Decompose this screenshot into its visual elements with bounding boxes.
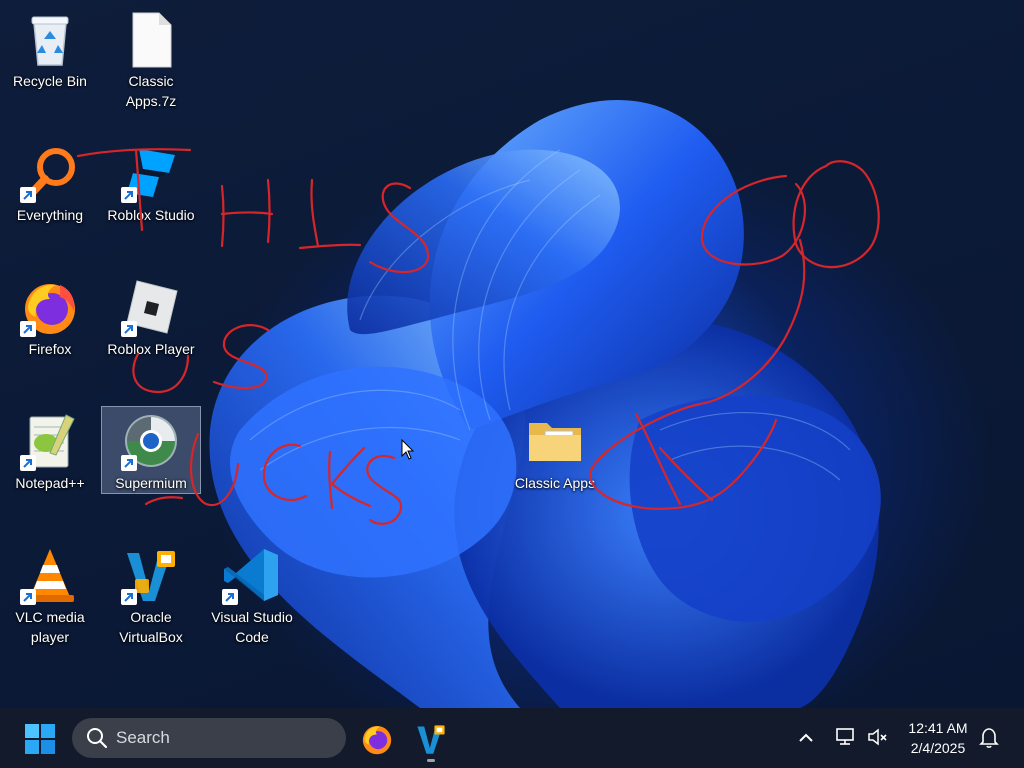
shortcut-arrow-icon <box>20 321 36 337</box>
file-icon <box>121 9 181 69</box>
vscode-icon <box>222 545 282 605</box>
show-hidden-icons-button[interactable] <box>796 728 816 748</box>
desktop-icon-label: Everything <box>16 207 84 223</box>
shortcut-arrow-icon <box>20 187 36 203</box>
taskbar-pinned-virtualbox[interactable] <box>414 722 448 756</box>
firefox-icon <box>362 725 392 755</box>
desktop-icon-oracle-virtualbox[interactable]: Oracle VirtualBox <box>101 540 201 666</box>
desktop-icon-everything[interactable]: Everything <box>0 138 100 264</box>
chevron-up-icon <box>799 733 813 742</box>
desktop-icon-label: Roblox Player <box>107 341 195 357</box>
bell-icon <box>979 728 999 748</box>
virtualbox-icon <box>121 545 181 605</box>
desktop-icon-label: Roblox Studio <box>107 207 195 223</box>
desktop-icon-label: VLC media player <box>15 609 85 645</box>
search-placeholder: Search <box>116 728 170 747</box>
recycle-bin-icon <box>20 9 80 69</box>
desktop-icon-label: Recycle Bin <box>13 73 87 89</box>
notepad-plus-plus-icon <box>20 411 80 471</box>
desktop-icon-roblox-studio[interactable]: Roblox Studio <box>101 138 201 264</box>
search-icon <box>87 728 108 749</box>
desktop-icon-label: Visual Studio Code <box>211 609 293 645</box>
windows-logo-icon <box>25 724 55 754</box>
desktop-icon-label: Classic Apps.7z <box>125 73 177 109</box>
desktop-icon-vlc[interactable]: VLC media player <box>0 540 100 666</box>
clock-date: 2/4/2025 <box>910 740 966 756</box>
desktop-icon-roblox-player[interactable]: Roblox Player <box>101 272 201 398</box>
roblox-studio-icon <box>121 143 181 203</box>
virtualbox-icon <box>417 725 445 754</box>
network-icon <box>836 728 854 745</box>
desktop-icon-visual-studio-code[interactable]: Visual Studio Code <box>202 540 302 666</box>
start-button[interactable] <box>24 723 56 755</box>
desktop[interactable]: Recycle Bin Classic Apps.7z Everything R… <box>0 0 1024 708</box>
clock-time: 12:41 AM <box>908 720 968 736</box>
desktop-icon-label: Classic Apps <box>514 475 596 491</box>
desktop-icon-notepad-plus-plus[interactable]: Notepad++ <box>0 406 100 532</box>
taskbar: Search 12:41 AM 2/4/2025 <box>0 708 1024 768</box>
everything-search-icon <box>20 143 80 203</box>
network-status-button[interactable] <box>834 726 856 748</box>
desktop-icon-recycle-bin[interactable]: Recycle Bin <box>0 4 100 130</box>
shortcut-arrow-icon <box>20 589 36 605</box>
clock[interactable]: 12:41 AM 2/4/2025 <box>898 718 978 758</box>
firefox-icon <box>20 277 80 337</box>
roblox-player-icon <box>121 277 181 337</box>
volume-button[interactable] <box>866 726 888 748</box>
desktop-icon-firefox[interactable]: Firefox <box>0 272 100 398</box>
shortcut-arrow-icon <box>222 589 238 605</box>
taskbar-pinned-firefox[interactable] <box>360 722 394 756</box>
shortcut-arrow-icon <box>20 455 36 471</box>
desktop-icon-label: Firefox <box>28 341 72 357</box>
volume-muted-icon <box>868 728 887 746</box>
desktop-icon-classic-apps-folder[interactable]: Classic Apps <box>505 406 605 532</box>
running-indicator <box>427 759 435 762</box>
shortcut-arrow-icon <box>121 455 137 471</box>
taskbar-search-box[interactable]: Search <box>72 718 346 758</box>
desktop-icon-supermium[interactable]: Supermium <box>101 406 201 494</box>
desktop-icon-classic-apps-7z[interactable]: Classic Apps.7z <box>101 4 201 130</box>
mouse-cursor-icon <box>401 439 415 460</box>
shortcut-arrow-icon <box>121 321 137 337</box>
desktop-icon-label: Supermium <box>115 475 187 491</box>
vlc-icon <box>20 545 80 605</box>
shortcut-arrow-icon <box>121 589 137 605</box>
folder-icon <box>525 411 585 471</box>
supermium-icon <box>121 411 181 471</box>
shortcut-arrow-icon <box>121 187 137 203</box>
desktop-icon-label: Notepad++ <box>15 475 85 491</box>
desktop-icon-label: Oracle VirtualBox <box>119 609 183 645</box>
notifications-button[interactable] <box>978 726 1000 748</box>
